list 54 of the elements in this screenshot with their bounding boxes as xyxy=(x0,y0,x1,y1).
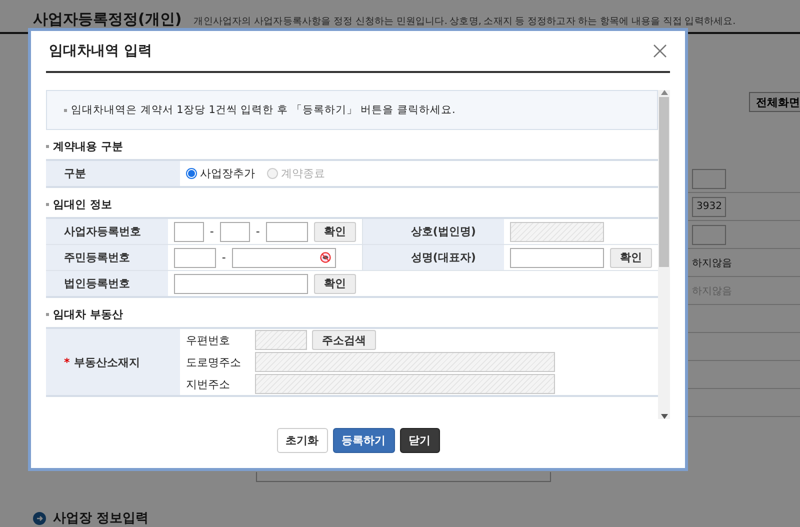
input-field[interactable] xyxy=(232,248,336,268)
readonly-field[interactable] xyxy=(255,352,555,372)
field-label: 부동산소재지 xyxy=(74,356,140,368)
field-label: 도로명주소 xyxy=(186,354,242,370)
section-heading: 사업장 정보입력 xyxy=(53,510,149,527)
required-mark: * xyxy=(64,356,70,368)
page-title: 사업자등록정정(개인) xyxy=(33,10,182,29)
close-button[interactable]: 닫기 xyxy=(400,428,440,453)
option-label: 하지않음 xyxy=(692,256,732,270)
input-field[interactable] xyxy=(220,222,250,242)
scrollbar[interactable] xyxy=(658,90,670,419)
field-label: 법인등록번호 xyxy=(46,270,168,297)
confirm-button[interactable]: 확인 xyxy=(314,274,356,294)
reset-button[interactable]: 초기화 xyxy=(276,428,328,453)
input-field[interactable] xyxy=(174,274,308,294)
dash-separator: - xyxy=(222,251,226,264)
eye-icon[interactable] xyxy=(320,252,331,263)
fullscreen-button[interactable]: 전체화면 xyxy=(749,92,800,112)
radio-label[interactable]: 사업장추가 xyxy=(200,166,255,181)
confirm-button[interactable]: 주소검색 xyxy=(312,330,376,350)
dialog-title: 임대차내역 입력 xyxy=(48,42,152,60)
section-heading: 계약내용 구분 xyxy=(53,138,123,154)
input-field[interactable]: 3932 xyxy=(692,196,726,216)
input-field[interactable] xyxy=(174,222,204,242)
close-icon[interactable] xyxy=(653,44,667,58)
radio-button[interactable] xyxy=(186,168,197,179)
field-label: 주민등록번호 xyxy=(46,244,168,270)
field-label: 우편번호 xyxy=(186,332,231,348)
input-field[interactable] xyxy=(266,222,308,242)
input-field[interactable] xyxy=(510,248,604,268)
confirm-button[interactable]: 확인 xyxy=(610,248,652,268)
input-field[interactable] xyxy=(256,472,551,482)
input-field[interactable] xyxy=(692,224,726,244)
scroll-down-icon[interactable] xyxy=(660,414,668,419)
field-label: 상호(법인명) xyxy=(362,218,504,244)
page-description: 개인사업자의 사업자등록사항을 정정 신청하는 민원입니다. 상호명, 소재지 등 정정하고자 하는 항목에 내용을 직접 입력하세요. xyxy=(194,15,736,28)
field-label: 사업자등록번호 xyxy=(46,218,168,244)
input-field[interactable] xyxy=(692,168,726,188)
field-label: 구분 xyxy=(46,160,180,187)
section-heading: 임대인 정보 xyxy=(53,196,112,212)
dash-separator: - xyxy=(210,225,214,238)
register-button[interactable]: 등록하기 xyxy=(332,428,394,453)
scroll-up-icon[interactable] xyxy=(660,90,668,95)
readonly-field[interactable] xyxy=(255,374,555,394)
dash-separator: - xyxy=(256,225,260,238)
field-label: 지번주소 xyxy=(186,376,231,392)
readonly-field[interactable] xyxy=(255,330,307,350)
arrow-circle-icon xyxy=(33,512,46,524)
confirm-button[interactable]: 확인 xyxy=(314,222,356,242)
input-field[interactable] xyxy=(174,248,216,268)
section-heading: 임대차 부동산 xyxy=(53,306,123,322)
readonly-field[interactable] xyxy=(510,222,604,242)
notice-text: 임대차내역은 계약서 1장당 1건씩 입력한 후 「등록하기」 버튼을 클릭하세요. xyxy=(71,103,456,117)
field-label: 성명(대표자) xyxy=(362,244,504,270)
